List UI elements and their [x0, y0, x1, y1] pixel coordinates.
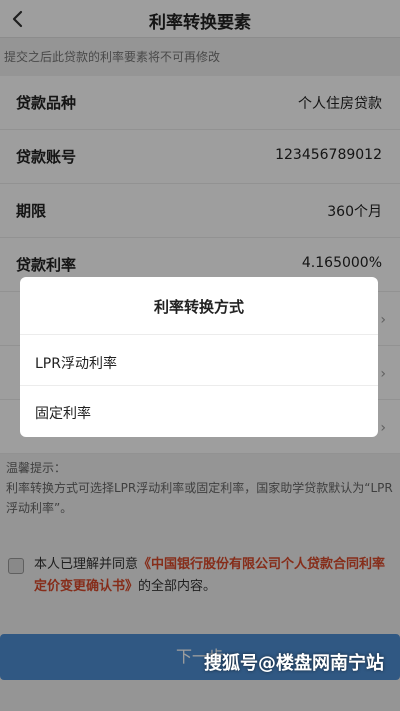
watermark: 搜狐号@楼盘网南宁站: [204, 653, 384, 674]
divider: [20, 385, 378, 386]
option-lpr-floating[interactable]: LPR浮动利率: [35, 353, 117, 373]
divider: [20, 334, 378, 335]
conversion-method-dialog: 利率转换方式 LPR浮动利率 固定利率: [20, 277, 378, 437]
option-fixed-rate[interactable]: 固定利率: [35, 403, 91, 423]
dialog-title: 利率转换方式: [153, 298, 244, 316]
